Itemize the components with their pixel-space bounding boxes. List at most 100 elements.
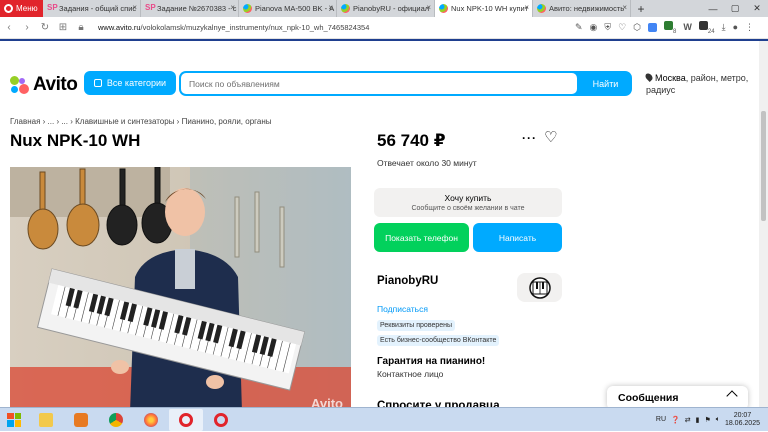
location-pin-icon bbox=[644, 72, 654, 82]
messages-label: Сообщения bbox=[618, 392, 679, 404]
breadcrumb[interactable]: Главная › ... › ... › Клавишные и синтез… bbox=[10, 117, 272, 126]
favorite-heart-icon[interactable]: ♡ bbox=[544, 128, 557, 146]
price: 56 740 ₽ bbox=[377, 131, 446, 150]
download-icon[interactable]: ⤓ bbox=[722, 22, 726, 33]
new-tab-button[interactable]: + bbox=[631, 0, 651, 17]
categories-icon bbox=[93, 79, 102, 87]
volume-icon[interactable]: 🔈︎ bbox=[716, 416, 720, 424]
scrollbar-thumb[interactable] bbox=[761, 111, 766, 221]
write-message-button[interactable]: Написать bbox=[473, 223, 562, 252]
search-button[interactable]: Найти bbox=[579, 71, 632, 96]
tabs-grid-icon[interactable]: ⊞ bbox=[54, 22, 72, 33]
opera-menu-button[interactable]: Меню bbox=[0, 0, 43, 17]
browser-tab-active[interactable]: Nux NPK-10 WH купит × bbox=[435, 0, 533, 17]
w-letter-icon[interactable]: W bbox=[683, 22, 692, 32]
address-bar: ‹ › ↻ ⊞ 🔒︎ www.avito.ru/volokolamsk/muzy… bbox=[0, 17, 768, 39]
help-icon[interactable]: ❓ bbox=[671, 416, 680, 424]
browser-tab[interactable]: Pianova MA-500 BK - А × bbox=[239, 0, 337, 17]
minimize-icon[interactable]: — bbox=[702, 0, 724, 17]
forward-icon[interactable]: › bbox=[18, 22, 36, 33]
time: 20:07 bbox=[733, 411, 752, 419]
listing-photo[interactable]: Avito bbox=[10, 167, 351, 412]
photo-illustration bbox=[10, 167, 351, 412]
opera-icon bbox=[214, 412, 228, 427]
w-extension-icon[interactable] bbox=[648, 22, 658, 32]
taskbar-opera[interactable] bbox=[169, 408, 203, 431]
counter-extension-icon[interactable]: 24 bbox=[698, 20, 715, 35]
system-tray: RU ❓ ⇄ ▮ ⚑ 🔈︎ 20:07 18.06.2025 bbox=[656, 412, 768, 428]
badge-count: 24 bbox=[707, 28, 715, 35]
tab-label: Pianova MA-500 BK - А bbox=[255, 4, 335, 13]
camera-icon[interactable]: ◉ bbox=[589, 22, 597, 33]
want-title: Хочу купить bbox=[444, 193, 492, 203]
more-options-icon[interactable]: ··· bbox=[522, 131, 537, 145]
back-icon[interactable]: ‹ bbox=[0, 22, 18, 33]
start-button[interactable] bbox=[0, 408, 28, 432]
seller-avatar[interactable] bbox=[517, 273, 562, 302]
window-controls: — ▢ ✕ bbox=[702, 0, 768, 17]
want-to-buy-button[interactable]: Хочу купить Сообщите о своём желании в ч… bbox=[374, 188, 562, 217]
windows-taskbar: RU ❓ ⇄ ▮ ⚑ 🔈︎ 20:07 18.06.2025 bbox=[0, 407, 768, 431]
tab-label: Авито: недвижимость bbox=[549, 4, 625, 13]
browser-tab-strip: Меню SP Задания - общий спис × SP Задани… bbox=[0, 0, 768, 17]
all-categories-button[interactable]: Все категории bbox=[84, 71, 176, 95]
taskbar-chrome[interactable] bbox=[99, 409, 133, 431]
url-field[interactable]: www.avito.ru/volokolamsk/muzykalnye_inst… bbox=[98, 23, 369, 32]
close-tab-icon[interactable]: × bbox=[328, 3, 333, 12]
vk-community-badge: Есть бизнес-сообщество ВКонтакте bbox=[377, 335, 500, 346]
taskbar-explorer[interactable] bbox=[29, 409, 63, 431]
close-tab-icon[interactable]: × bbox=[426, 3, 431, 12]
avito-logo[interactable]: Avito bbox=[10, 74, 78, 96]
page-title: Nux NPK-10 WH bbox=[10, 131, 141, 150]
taskbar-media-player[interactable] bbox=[64, 409, 98, 431]
show-phone-button[interactable]: Показать телефон bbox=[374, 223, 469, 252]
taskbar-opera-2[interactable] bbox=[204, 409, 238, 431]
logo-text: Avito bbox=[33, 74, 78, 95]
reply-time: Отвечает около 30 минут bbox=[377, 158, 477, 168]
browser-tab[interactable]: SP Задание №2670383 - с × bbox=[141, 0, 239, 17]
page-scrollbar[interactable] bbox=[759, 41, 768, 407]
network-icon[interactable]: ▮ bbox=[696, 416, 700, 424]
profile-icon[interactable]: ● bbox=[733, 22, 738, 32]
avito-dots-icon bbox=[10, 76, 30, 94]
windows-logo-icon bbox=[7, 412, 21, 427]
menu-label: Меню bbox=[16, 4, 38, 13]
arrows-icon[interactable]: ⇄ bbox=[685, 416, 691, 424]
shield-icon[interactable]: ⛨ bbox=[604, 22, 611, 33]
close-tab-icon[interactable]: × bbox=[132, 3, 137, 12]
subscribe-link[interactable]: Подписаться bbox=[377, 304, 428, 314]
browser-tab[interactable]: SP Задания - общий спис × bbox=[43, 0, 141, 17]
lock-icon: 🔒︎ bbox=[78, 22, 84, 33]
edit-icon[interactable]: ✎ bbox=[575, 22, 583, 33]
chevron-up-icon[interactable] bbox=[726, 390, 738, 402]
media-player-icon bbox=[74, 412, 88, 427]
url-domain: www.avito.ru bbox=[98, 23, 141, 32]
folder-icon bbox=[39, 412, 53, 427]
seller-name[interactable]: PianobyRU bbox=[377, 275, 438, 287]
reload-icon[interactable]: ↻ bbox=[36, 22, 54, 33]
taskbar-firefox[interactable] bbox=[134, 409, 168, 431]
s-extension-icon[interactable]: 8 bbox=[664, 20, 676, 34]
extension-icons: ✎ ◉ ⛨ ♡ ⬡ 8 W 24 ⤓ ● ⋮ bbox=[575, 20, 768, 35]
clock[interactable]: 20:07 18.06.2025 bbox=[725, 412, 760, 428]
flag-icon[interactable]: ⚑ bbox=[704, 416, 710, 424]
maximize-icon[interactable]: ▢ bbox=[724, 0, 746, 17]
heart-outline-icon[interactable]: ♡ bbox=[618, 22, 626, 33]
location-selector[interactable]: Москва, район, метро, радиус bbox=[644, 72, 758, 96]
language-indicator[interactable]: RU bbox=[656, 416, 666, 423]
more-menu-icon[interactable]: ⋮ bbox=[745, 22, 754, 33]
sp-icon: SP bbox=[145, 3, 156, 12]
firefox-icon bbox=[144, 412, 158, 427]
avito-icon bbox=[537, 4, 546, 13]
close-tab-icon[interactable]: × bbox=[524, 3, 529, 12]
avito-icon bbox=[341, 4, 350, 13]
categories-label: Все категории bbox=[106, 78, 167, 88]
search-input[interactable] bbox=[181, 73, 577, 94]
opera-icon bbox=[179, 412, 193, 427]
cube-icon[interactable]: ⬡ bbox=[633, 22, 641, 33]
close-tab-icon[interactable]: × bbox=[230, 3, 235, 12]
browser-tab[interactable]: PianobyRU - официал × bbox=[337, 0, 435, 17]
close-window-icon[interactable]: ✕ bbox=[746, 0, 768, 17]
close-tab-icon[interactable]: × bbox=[622, 3, 627, 12]
browser-tab[interactable]: Авито: недвижимость × bbox=[533, 0, 631, 17]
